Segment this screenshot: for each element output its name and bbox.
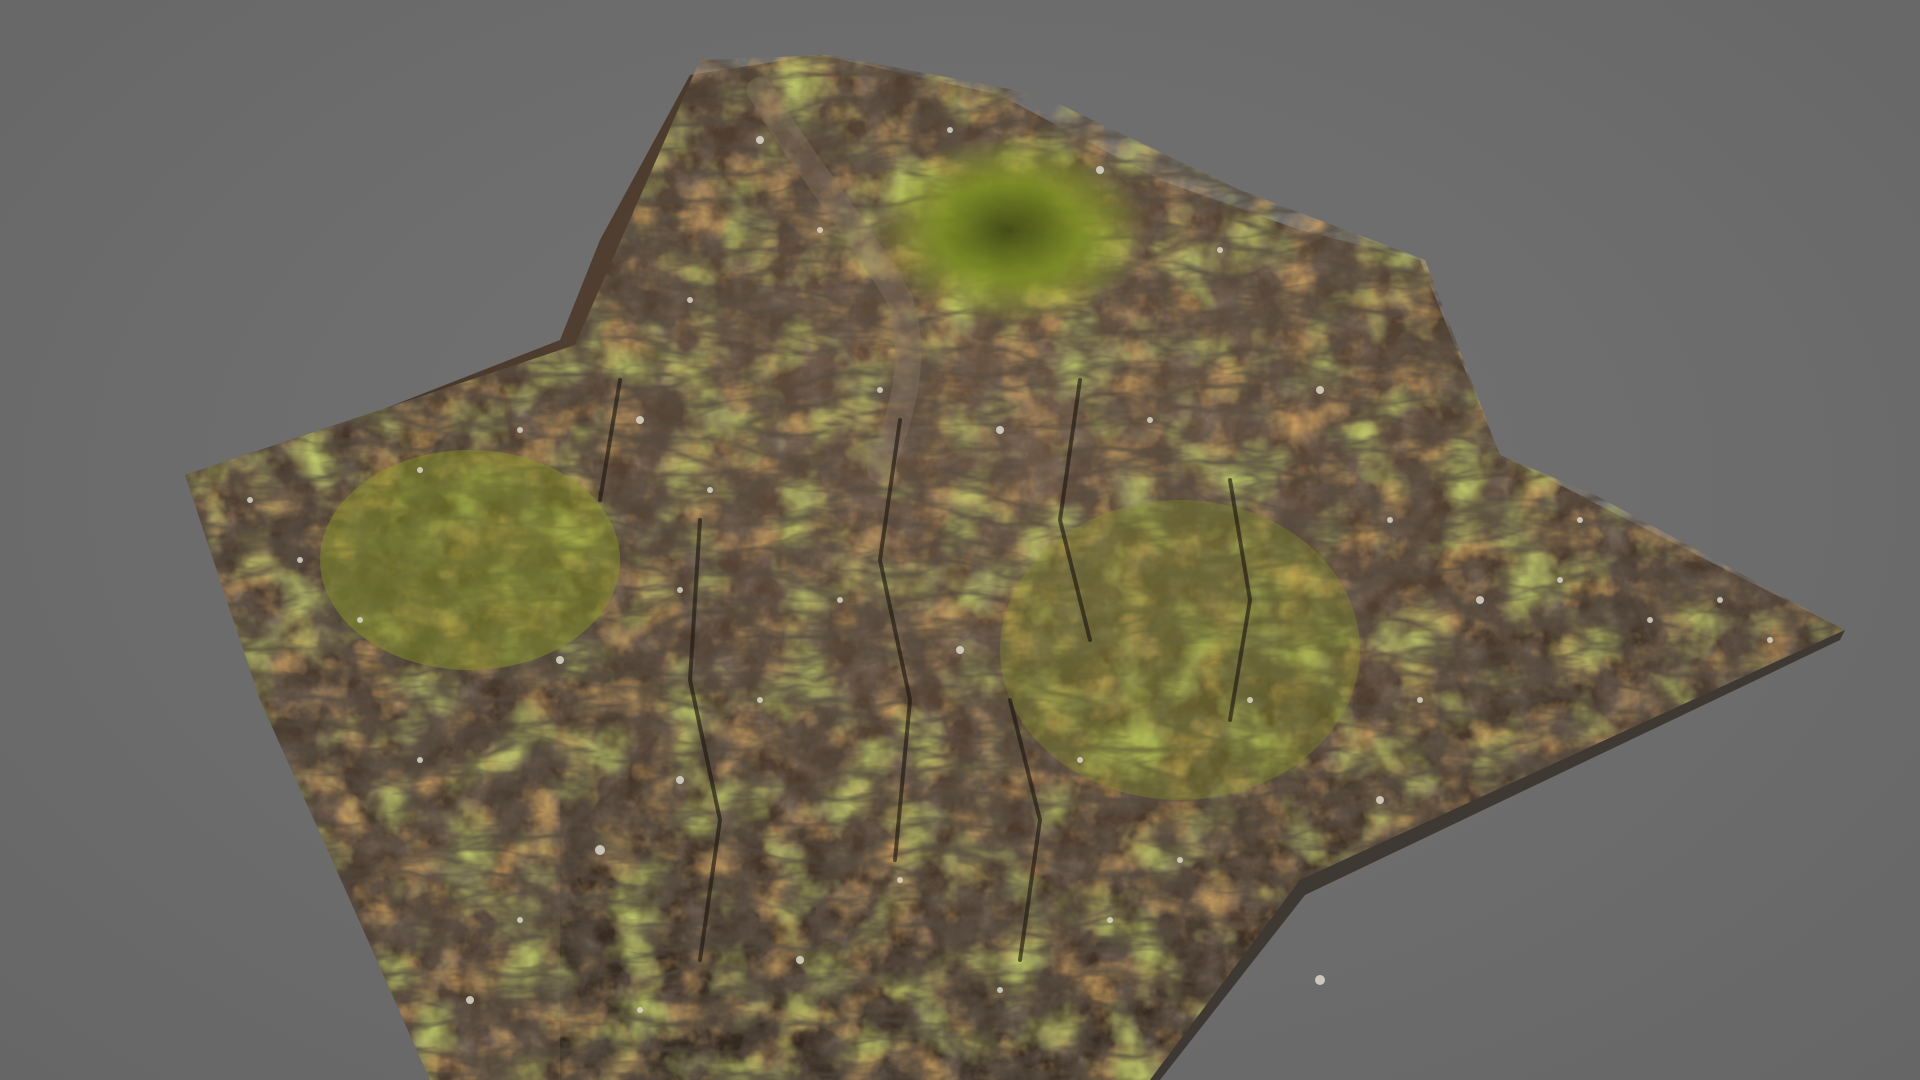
- rock-mountain-render: [185, 55, 1845, 1080]
- moss-slope-left: [320, 450, 620, 670]
- 3d-viewport[interactable]: [0, 0, 1920, 1080]
- moss-slope-center: [1000, 500, 1360, 800]
